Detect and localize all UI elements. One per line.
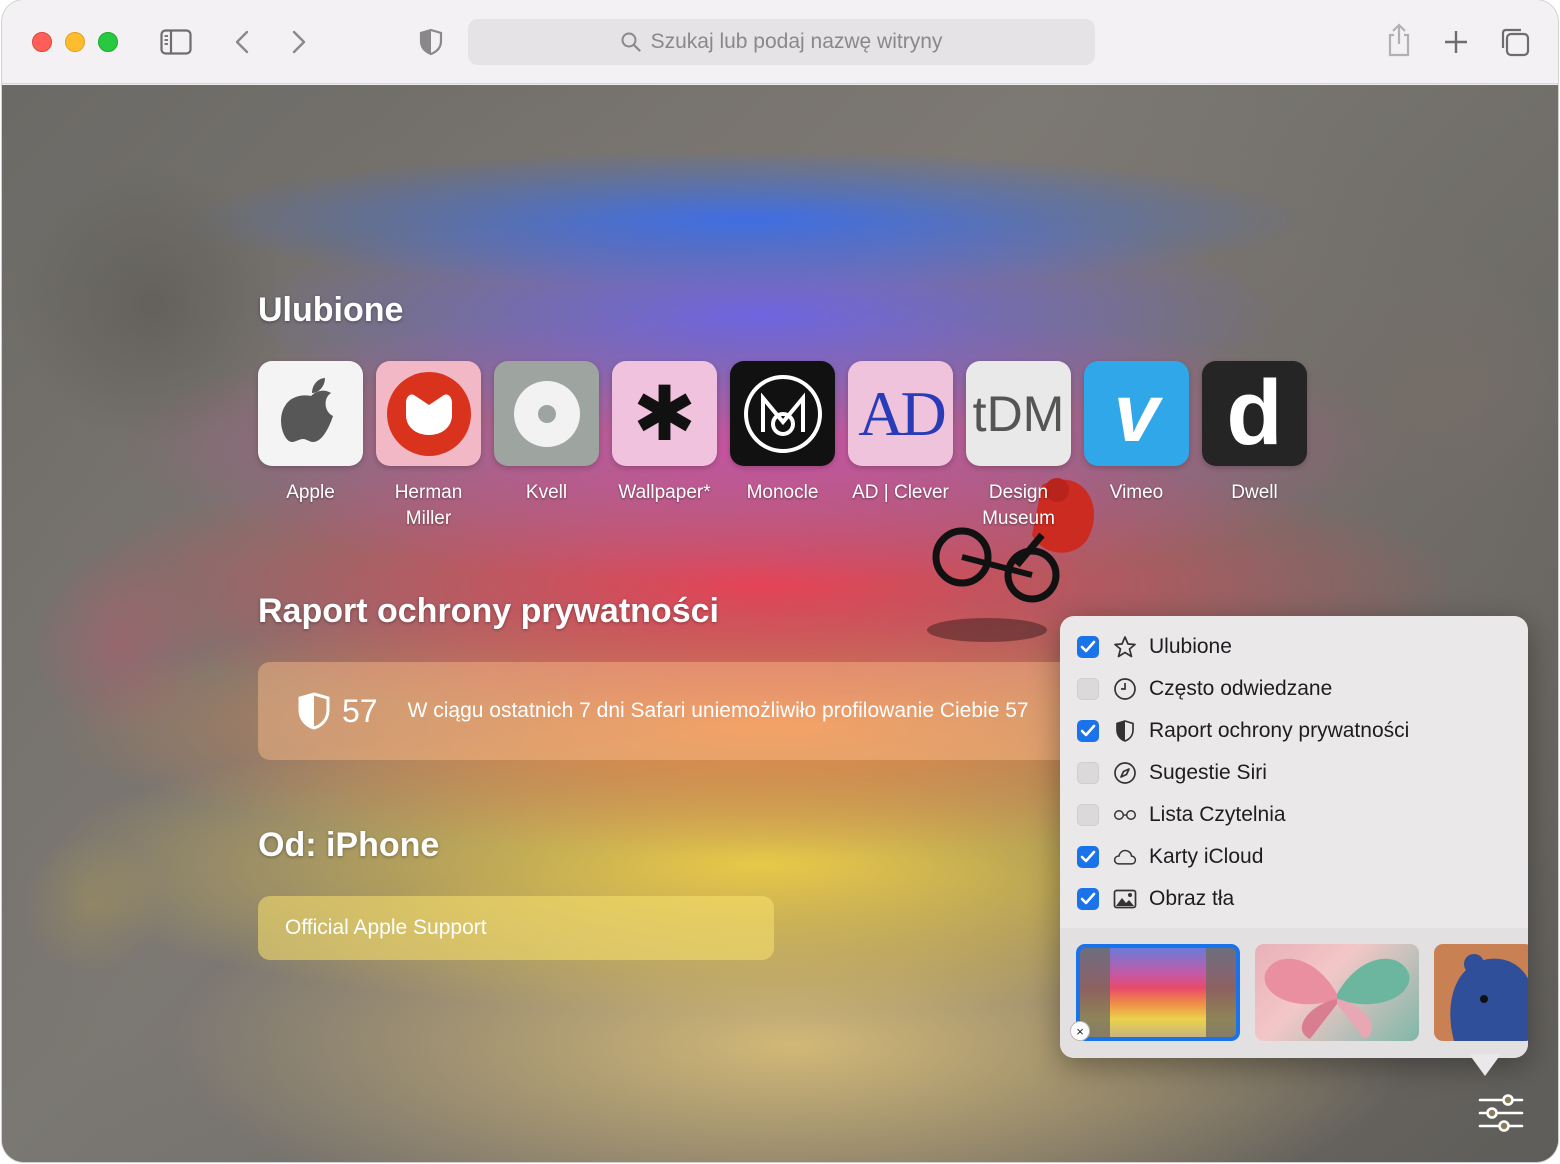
customize-settings-icon[interactable] [1478,1093,1524,1138]
dwell-logo-icon: d [1202,361,1307,466]
background-thumbnail-selected[interactable] [1076,944,1240,1041]
privacy-report-title: Raport ochrony prywatności [258,592,719,630]
privacy-shield-icon[interactable] [418,27,444,57]
privacy-report-card[interactable]: 57 W ciągu ostatnich 7 dni Safari uniemo… [258,662,1098,760]
herman-miller-logo-icon [376,361,481,466]
option-background-image[interactable]: Obraz tła [1077,884,1234,914]
zoom-window-button[interactable] [98,32,118,52]
address-placeholder: Szukaj lub podaj nazwę witryny [650,30,943,53]
favorites-grid: Apple Herman Miller Kvell ✱ Wallpaper* M… [258,361,1307,532]
address-bar[interactable]: Szukaj lub podaj nazwę witryny [468,19,1095,65]
option-label: Raport ochrony prywatności [1149,719,1410,742]
start-page: Ulubione Apple Herman Miller Kvell ✱ Wal… [2,85,1558,1162]
compass-icon [1113,761,1137,785]
apple-logo-icon [258,361,363,466]
favorite-apple[interactable]: Apple [258,361,363,532]
option-reading-list[interactable]: Lista Czytelnia [1077,800,1286,830]
favorite-label: Design Museum [982,482,1055,529]
popover-arrow [1469,1054,1501,1076]
background-thumbnail-bear[interactable] [1434,944,1528,1041]
checkbox-checked[interactable] [1077,888,1099,910]
remove-background-button[interactable]: × [1070,1021,1090,1041]
favorite-label: Monocle [746,482,819,503]
background-thumbnail-butterfly[interactable] [1255,944,1419,1041]
checkbox-unchecked[interactable] [1077,678,1099,700]
background-thumbnails [1060,928,1528,1058]
checkbox-checked[interactable] [1077,636,1099,658]
favorite-label: Apple [286,482,335,503]
icloud-tab-label: Official Apple Support [285,916,487,939]
shield-icon [1113,719,1137,743]
option-privacy-report[interactable]: Raport ochrony prywatności [1077,716,1409,746]
checkbox-checked[interactable] [1077,846,1099,868]
privacy-message: W ciągu ostatnich 7 dni Safari uniemożli… [407,699,1029,722]
favorite-wallpaper[interactable]: ✱ Wallpaper* [612,361,717,532]
monocle-logo-icon [730,361,835,466]
favorites-title: Ulubione [258,291,404,329]
favorite-design-museum[interactable]: tDM Design Museum [966,361,1071,532]
favorite-monocle[interactable]: Monocle [730,361,835,532]
customize-start-page-popover: Ulubione Często odwiedzane Raport ochron… [1060,616,1528,1058]
share-icon[interactable] [1385,22,1413,58]
favorite-ad-clever[interactable]: AD AD | Clever [848,361,953,532]
favorite-label: Dwell [1231,482,1278,503]
search-icon [621,32,641,52]
star-icon [1113,635,1137,659]
favorite-dwell[interactable]: d Dwell [1202,361,1307,532]
wallpaper-asterisk-icon: ✱ [612,361,717,466]
favorite-label: Vimeo [1109,482,1164,503]
favorite-label: Kvell [525,482,568,503]
kvell-logo-icon [494,361,599,466]
checkbox-unchecked[interactable] [1077,762,1099,784]
option-label: Lista Czytelnia [1149,803,1286,826]
favorite-kvell[interactable]: Kvell [494,361,599,532]
clock-icon [1113,677,1137,701]
new-tab-plus-icon[interactable] [1442,28,1470,56]
favorite-vimeo[interactable]: v Vimeo [1084,361,1189,532]
option-favorites[interactable]: Ulubione [1077,632,1232,662]
icloud-tab-item[interactable]: Official Apple Support [258,896,774,960]
sidebar-toggle-icon[interactable] [160,28,192,56]
forward-chevron-icon[interactable] [289,28,309,56]
icloud-tabs-title: Od: iPhone [258,826,440,864]
image-icon [1113,887,1137,911]
safari-window: Szukaj lub podaj nazwę witryny Ulubione [2,0,1558,1162]
close-window-button[interactable] [32,32,52,52]
shield-icon [298,692,330,730]
glasses-icon [1113,803,1137,827]
favorite-label: Herman Miller [394,482,463,529]
tab-overview-icon[interactable] [1499,26,1531,58]
toolbar: Szukaj lub podaj nazwę witryny [2,0,1558,84]
option-label: Ulubione [1149,635,1232,658]
option-siri-suggestions[interactable]: Sugestie Siri [1077,758,1267,788]
checkbox-checked[interactable] [1077,720,1099,742]
vimeo-logo-icon: v [1084,361,1189,466]
option-label: Obraz tła [1149,887,1235,910]
option-frequently-visited[interactable]: Często odwiedzane [1077,674,1332,704]
option-label: Sugestie Siri [1149,761,1267,784]
favorite-label: AD | Clever [852,482,949,503]
back-chevron-icon[interactable] [232,28,252,56]
tracker-count: 57 [342,692,378,729]
ad-logo-icon: AD [848,361,953,466]
tdm-logo-icon: tDM [966,361,1071,466]
option-label: Często odwiedzane [1149,677,1333,700]
cloud-icon [1113,845,1137,869]
option-icloud-tabs[interactable]: Karty iCloud [1077,842,1263,872]
option-label: Karty iCloud [1149,845,1264,868]
checkbox-unchecked[interactable] [1077,804,1099,826]
favorite-herman-miller[interactable]: Herman Miller [376,361,481,532]
favorite-label: Wallpaper* [618,482,711,503]
minimize-window-button[interactable] [65,32,85,52]
